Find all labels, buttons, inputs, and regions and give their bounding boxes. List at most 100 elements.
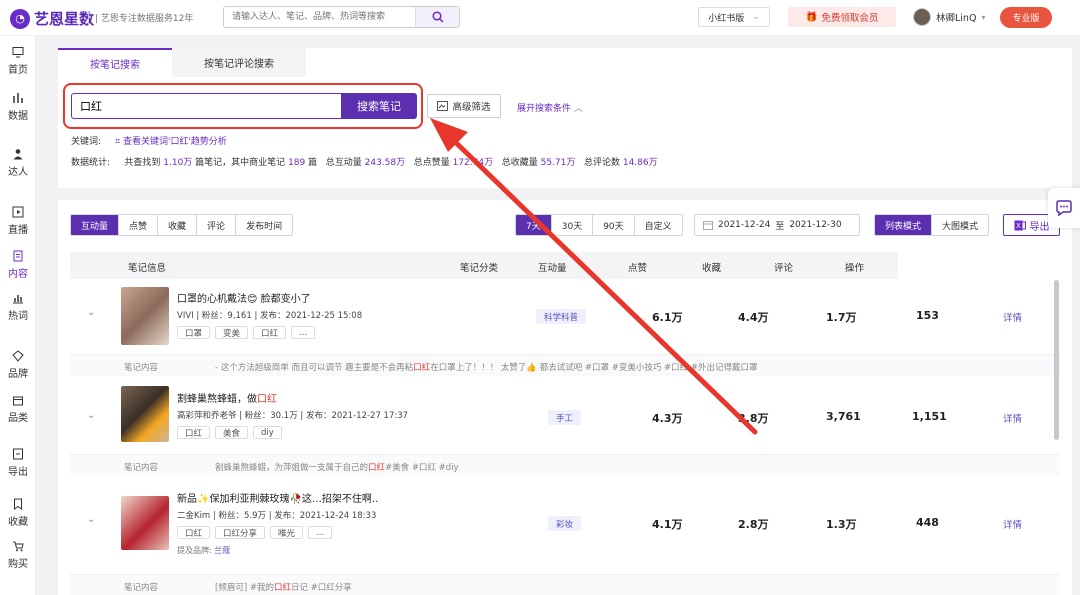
column-header[interactable]: 收藏 — [702, 260, 721, 274]
sidebar-item[interactable]: 品牌 — [0, 350, 36, 380]
stats-commercial: 189 — [288, 158, 306, 168]
sort-tab-interactions[interactable]: 互动量 — [71, 215, 120, 235]
note-tag[interactable]: 唯光 — [270, 526, 304, 539]
note-thumbnail[interactable] — [121, 496, 169, 550]
sidebar-item-label: 购买 — [8, 559, 28, 570]
chat-bubble-icon — [1056, 200, 1072, 216]
free-member-button[interactable]: 🎁 免费领取会员 — [788, 7, 896, 27]
note-title[interactable]: 割蜂巢熬蜂蜡，做口红 — [177, 390, 277, 405]
chevron-down-icon[interactable]: ⌄ — [87, 307, 95, 318]
tab-comment-search[interactable]: 按笔记评论搜索 — [172, 48, 306, 77]
sidebar-item[interactable]: 导出 — [0, 448, 36, 478]
sidebar-item[interactable]: 品类 — [0, 394, 36, 424]
note-tag[interactable]: 口罩 — [177, 326, 211, 339]
sort-tab-comments[interactable]: 评论 — [197, 215, 237, 235]
sidebar-item[interactable]: 达人 — [0, 148, 36, 178]
sidebar-item[interactable]: 热词 — [0, 292, 36, 322]
note-thumbnail[interactable] — [121, 287, 169, 345]
sidebar-item[interactable]: 收藏 — [0, 498, 36, 528]
keyword-trend-label: 查看关键词'口红'趋势分析 — [122, 137, 227, 147]
period-tab-custom[interactable]: 自定义 — [634, 215, 682, 235]
note-tag[interactable]: 口红分享 — [215, 526, 266, 539]
period-tab-7d[interactable]: 7天 — [516, 215, 552, 235]
monitor-icon — [12, 47, 24, 58]
global-search-button[interactable] — [415, 7, 459, 27]
content-text: 割蜂巢熬蜂蜡，为萍姐做一支属于自己的口红#美食 #口红 #diy — [215, 463, 459, 473]
stats-label: 数据统计: — [71, 158, 111, 168]
chevron-down-icon[interactable]: ⌄ — [87, 514, 95, 525]
table-header: 笔记信息 笔记分类 互动量 点赞 收藏 评论 操作 — [70, 252, 898, 279]
trend-icon — [13, 295, 23, 304]
date-range-picker[interactable]: 2021-12-24 至 2021-12-30 — [694, 214, 860, 236]
note-tag[interactable]: 变美 — [215, 326, 249, 339]
note-tag[interactable]: 口红 — [177, 426, 211, 439]
comments-value: 1,151 — [912, 410, 947, 423]
tab-note-search[interactable]: 按笔记搜索 — [58, 48, 172, 77]
keyword-trend-link[interactable]: ⌗ 查看关键词'口红'趋势分析 — [115, 134, 227, 147]
view-mode-grid[interactable]: 大图模式 — [932, 215, 989, 235]
detail-link[interactable]: 详情 — [1003, 411, 1022, 425]
detail-link[interactable]: 详情 — [1003, 517, 1022, 531]
global-search-input[interactable] — [224, 7, 414, 27]
username: 林卿LinQ — [936, 13, 977, 24]
note-title[interactable]: 口罩的心机戴法😊 脸都变小了 — [177, 290, 311, 305]
stats-text: 总互动量 — [325, 158, 362, 168]
expand-conditions-link[interactable]: 展开搜索条件 ︿ — [517, 101, 583, 114]
stats-text: 总评论数 — [583, 158, 620, 168]
note-title[interactable]: 新品✨保加利亚荆棘玫瑰🥀这…招架不住啊.. — [177, 490, 378, 505]
chevron-down-icon[interactable]: ⌄ — [87, 410, 95, 421]
sidebar-item[interactable]: 购买 — [0, 540, 36, 570]
sidebar-item[interactable]: 直播 — [0, 206, 36, 236]
person-icon — [13, 149, 23, 160]
view-mode-list[interactable]: 列表模式 — [875, 215, 933, 235]
note-tag[interactable]: 口红 — [253, 326, 287, 339]
note-tag[interactable]: 口红 — [177, 526, 211, 539]
document-icon — [13, 250, 23, 262]
note-tag[interactable]: ... — [308, 526, 333, 539]
sidebar-item-label: 数据 — [8, 111, 28, 122]
table-row: ⌄ 新品✨保加利亚荆棘玫瑰🥀这…招架不住啊.. 二金Kim | 粉丝：5.9万 … — [70, 476, 1060, 576]
column-header[interactable]: 点赞 — [628, 260, 647, 274]
content-label: 笔记内容 — [124, 463, 159, 473]
advanced-filter-button[interactable]: 高级筛选 — [427, 94, 501, 118]
platform-select[interactable]: 小红书版 ⌄ — [698, 7, 770, 27]
likes-value: 4.4万 — [738, 311, 769, 324]
period-tab-90d[interactable]: 90天 — [593, 215, 635, 235]
user-menu[interactable]: 林卿LinQ ▾ — [913, 8, 985, 26]
note-tag[interactable]: 美食 — [215, 426, 249, 439]
stats-interactions: 243.58万 — [364, 158, 406, 168]
column-header[interactable]: 互动量 — [538, 260, 567, 274]
results-panel: 互动量 点赞 收藏 评论 发布时间 7天 30天 90天 自定义 2021-12… — [58, 200, 1072, 595]
sidebar-item[interactable]: 内容 — [0, 250, 36, 280]
sidebar-item[interactable]: 首页 — [0, 46, 36, 76]
collections-value: 1.3万 — [826, 518, 857, 531]
column-header[interactable]: 评论 — [774, 260, 793, 274]
stats-comments: 14.86万 — [622, 158, 658, 168]
keyword-row: 关键词: ⌗ 查看关键词'口红'趋势分析 — [71, 134, 227, 147]
collections-value: 1.7万 — [826, 311, 857, 324]
note-tags: 口红 口红分享 唯光 ... — [177, 526, 333, 539]
highlight-box — [63, 83, 423, 129]
chevron-up-icon: ︿ — [573, 104, 583, 114]
sort-tab-likes[interactable]: 点赞 — [119, 215, 159, 235]
sort-tab-publish-time[interactable]: 发布时间 — [236, 215, 293, 235]
top-bar: ◔ 艺恩星数 | 艺恩专注数据服务12年 小红书版 ⌄ 🎁 免费领取会员 林卿L… — [0, 0, 1080, 36]
slogan: | 艺恩专注数据服务12年 — [88, 11, 193, 24]
date-start: 2021-12-24 — [718, 220, 771, 230]
period-tab-30d[interactable]: 30天 — [551, 215, 594, 235]
stats-found: 1.10万 — [163, 158, 193, 168]
sidebar-item-label: 达人 — [8, 167, 28, 178]
sort-tab-collections[interactable]: 收藏 — [158, 215, 198, 235]
note-tag[interactable]: diy — [253, 426, 282, 439]
scrollbar[interactable] — [1054, 280, 1059, 440]
logo[interactable]: ◔ 艺恩星数 — [10, 8, 94, 29]
note-thumbnail[interactable] — [121, 386, 169, 442]
caret-down-icon: ▾ — [981, 12, 986, 22]
sidebar-item[interactable]: 数据 — [0, 92, 36, 122]
note-tag[interactable]: ... — [291, 326, 316, 339]
export-label: 导出 — [1029, 221, 1050, 233]
chevron-down-icon: ⌄ — [752, 12, 760, 22]
pro-badge[interactable]: 专业版 — [1000, 7, 1052, 28]
detail-link[interactable]: 详情 — [1003, 310, 1022, 324]
customer-service-button[interactable] — [1048, 188, 1080, 228]
